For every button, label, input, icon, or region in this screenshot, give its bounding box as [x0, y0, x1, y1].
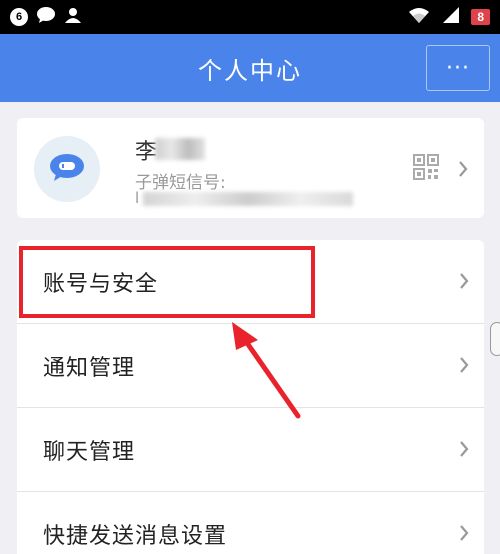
- chevron-right-icon: [459, 439, 469, 464]
- qr-code-icon[interactable]: [413, 154, 439, 184]
- notification-count-badge: 6: [10, 8, 28, 26]
- list-item-notification-settings[interactable]: 通知管理: [17, 324, 484, 408]
- bullet-chat-logo-icon: [49, 152, 85, 186]
- status-bar-left: 6: [10, 6, 82, 28]
- chevron-right-icon: [459, 271, 469, 296]
- profile-id-label: 子弹短信号:: [135, 173, 226, 193]
- avatar: [34, 136, 100, 202]
- list-item-quick-send-settings[interactable]: 快捷发送消息设置: [17, 492, 484, 554]
- title-bar: 个人中心 ···: [0, 34, 500, 102]
- list-item-label: 聊天管理: [43, 440, 136, 465]
- chevron-right-icon: [459, 523, 469, 548]
- message-icon: [36, 6, 56, 28]
- list-item-chat-settings[interactable]: 聊天管理: [17, 408, 484, 492]
- chevron-right-icon: [459, 355, 469, 380]
- signal-icon: [441, 6, 461, 28]
- wifi-icon: [407, 6, 431, 28]
- more-options-button[interactable]: ···: [426, 45, 490, 91]
- list-item-label: 通知管理: [43, 356, 136, 381]
- list-item-label: 快捷发送消息设置: [43, 524, 228, 549]
- profile-id-redacted: [143, 192, 353, 206]
- profile-name-redacted: [155, 138, 205, 160]
- status-bar-right: 8: [407, 6, 490, 28]
- page-title: 个人中心: [198, 56, 302, 85]
- contact-icon: [64, 6, 82, 28]
- scroll-handle[interactable]: [490, 322, 500, 356]
- chevron-right-icon: [458, 160, 468, 182]
- battery-icon: 8: [471, 9, 490, 25]
- highlight-annotation-box: [19, 246, 315, 318]
- status-bar: 6 8: [0, 0, 500, 34]
- profile-id-value: l: [135, 189, 140, 207]
